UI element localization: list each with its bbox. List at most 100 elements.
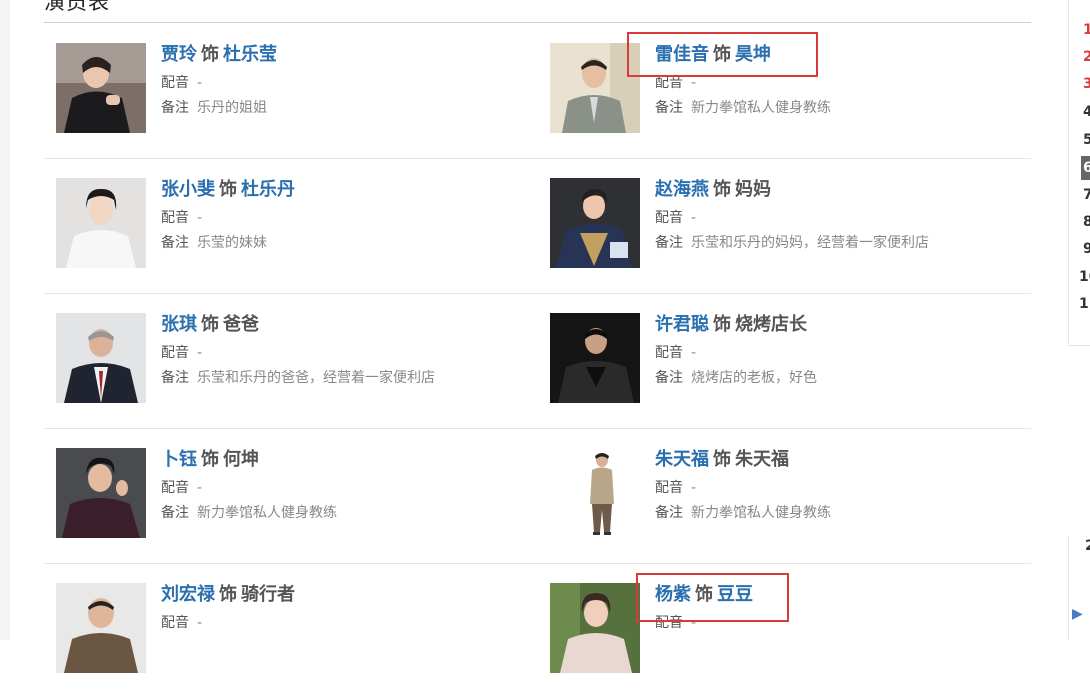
note-label: 备注 bbox=[655, 505, 683, 521]
role-name-link[interactable]: 豆豆 bbox=[717, 584, 753, 605]
cast-info: 张琪饰爸爸 配音 - 备注 乐莹和乐丹的爸爸，经营着一家便利店 bbox=[161, 313, 526, 387]
section-title: 演员表 bbox=[44, 0, 110, 14]
side-widget: 2 ▶ bbox=[1068, 536, 1090, 640]
page-index-item[interactable]: 3 bbox=[1083, 75, 1090, 93]
note-value: 新力拳馆私人健身教练 bbox=[691, 100, 831, 116]
dub-value: - bbox=[691, 615, 697, 631]
page-index-item[interactable]: 4 bbox=[1083, 103, 1090, 121]
page-index-item[interactable]: 10 bbox=[1079, 268, 1090, 286]
actor-photo[interactable] bbox=[550, 178, 640, 268]
actor-photo[interactable] bbox=[550, 448, 640, 538]
actor-name-link[interactable]: 卜钰 bbox=[161, 449, 197, 470]
role-name: 骑行者 bbox=[241, 584, 295, 605]
cast-info: 朱天福饰朱天福 配音 - 备注 新力拳馆私人健身教练 bbox=[655, 448, 1020, 522]
note-label: 备注 bbox=[655, 100, 683, 116]
dub-value: - bbox=[197, 345, 203, 361]
note-value: 乐莹和乐丹的爸爸，经营着一家便利店 bbox=[197, 370, 435, 386]
cast-card: 卜钰饰何坤 配音 - 备注 新力拳馆私人健身教练 bbox=[56, 448, 526, 558]
dub-value: - bbox=[197, 480, 203, 496]
dub-value: - bbox=[197, 210, 203, 226]
page-index-item[interactable]: 2 bbox=[1083, 48, 1090, 66]
row-divider bbox=[44, 563, 1031, 564]
actor-photo[interactable] bbox=[56, 313, 146, 403]
actor-name-link[interactable]: 张琪 bbox=[161, 314, 197, 335]
row-divider bbox=[44, 293, 1031, 294]
actor-name-link[interactable]: 雷佳音 bbox=[655, 44, 709, 65]
page-index-item[interactable]: 11 bbox=[1079, 295, 1090, 313]
cast-card: 雷佳音饰昊坤 配音 - 备注 新力拳馆私人健身教练 bbox=[550, 43, 1020, 153]
cast-info: 杨紫饰豆豆 配音 - bbox=[655, 583, 1020, 632]
dub-label: 配音 bbox=[655, 75, 683, 91]
cast-card: 张小斐饰杜乐丹 配音 - 备注 乐莹的妹妹 bbox=[56, 178, 526, 288]
connector-text: 饰 bbox=[713, 314, 731, 335]
actor-photo[interactable] bbox=[550, 313, 640, 403]
actor-name-link[interactable]: 张小斐 bbox=[161, 179, 215, 200]
dub-label: 配音 bbox=[655, 615, 683, 631]
note-label: 备注 bbox=[655, 370, 683, 386]
page-index-item[interactable]: 1 bbox=[1083, 21, 1090, 39]
note-label: 备注 bbox=[161, 370, 189, 386]
dub-label: 配音 bbox=[161, 210, 189, 226]
cast-card: 许君聪饰烧烤店长 配音 - 备注 烧烤店的老板，好色 bbox=[550, 313, 1020, 423]
note-label: 备注 bbox=[161, 100, 189, 116]
connector-text: 饰 bbox=[201, 314, 219, 335]
cast-card: 朱天福饰朱天福 配音 - 备注 新力拳馆私人健身教练 bbox=[550, 448, 1020, 558]
actor-name-link[interactable]: 朱天福 bbox=[655, 449, 709, 470]
cast-list-section: 演员表 贾玲饰杜乐莹 配音 - 备注 乐丹的姐姐 雷佳音饰昊坤 配音 - 备注 新力拳馆… bbox=[0, 0, 1060, 673]
cast-card: 张琪饰爸爸 配音 - 备注 乐莹和乐丹的爸爸，经营着一家便利店 bbox=[56, 313, 526, 423]
dub-value: - bbox=[691, 210, 697, 226]
dub-label: 配音 bbox=[655, 480, 683, 496]
actor-photo[interactable] bbox=[56, 583, 146, 673]
actor-name-link[interactable]: 贾玲 bbox=[161, 44, 197, 65]
side-widget-text: 2 bbox=[1085, 538, 1090, 554]
actor-name-link[interactable]: 杨紫 bbox=[655, 584, 691, 605]
connector-text: 饰 bbox=[713, 179, 731, 200]
role-name: 爸爸 bbox=[223, 314, 259, 335]
page-index-item[interactable]: 7 bbox=[1083, 186, 1090, 204]
page-index-item-active[interactable]: 6 bbox=[1081, 156, 1090, 180]
actor-name-link[interactable]: 刘宏禄 bbox=[161, 584, 215, 605]
connector-text: 饰 bbox=[219, 179, 237, 200]
dub-label: 配音 bbox=[655, 210, 683, 226]
role-name-link[interactable]: 昊坤 bbox=[735, 44, 771, 65]
note-value: 乐丹的姐姐 bbox=[197, 100, 267, 116]
role-name-link[interactable]: 杜乐莹 bbox=[223, 44, 277, 65]
role-name-link[interactable]: 杜乐丹 bbox=[241, 179, 295, 200]
dub-value: - bbox=[691, 345, 697, 361]
play-arrow-icon[interactable]: ▶ bbox=[1072, 606, 1083, 622]
actor-photo[interactable] bbox=[56, 43, 146, 133]
dub-value: - bbox=[691, 480, 697, 496]
dub-value: - bbox=[691, 75, 697, 91]
dub-value: - bbox=[197, 75, 203, 91]
title-divider bbox=[44, 22, 1031, 23]
cast-card: 赵海燕饰妈妈 配音 - 备注 乐莹和乐丹的妈妈，经营着一家便利店 bbox=[550, 178, 1020, 288]
connector-text: 饰 bbox=[201, 449, 219, 470]
cast-card: 杨紫饰豆豆 配音 - bbox=[550, 583, 1020, 693]
cast-info: 刘宏禄饰骑行者 配音 - bbox=[161, 583, 526, 632]
role-name: 妈妈 bbox=[735, 179, 771, 200]
actor-name-link[interactable]: 赵海燕 bbox=[655, 179, 709, 200]
actor-photo[interactable] bbox=[56, 178, 146, 268]
actor-name-link[interactable]: 许君聪 bbox=[655, 314, 709, 335]
connector-text: 饰 bbox=[695, 584, 713, 605]
row-divider bbox=[44, 158, 1031, 159]
page-index-item[interactable]: 8 bbox=[1083, 213, 1090, 231]
cast-info: 卜钰饰何坤 配音 - 备注 新力拳馆私人健身教练 bbox=[161, 448, 526, 522]
dub-label: 配音 bbox=[161, 480, 189, 496]
dub-label: 配音 bbox=[655, 345, 683, 361]
connector-text: 饰 bbox=[713, 449, 731, 470]
connector-text: 饰 bbox=[219, 584, 237, 605]
page-index-item[interactable]: 9 bbox=[1083, 240, 1090, 258]
dub-value: - bbox=[197, 615, 203, 631]
page-index-item[interactable]: 5 bbox=[1083, 131, 1090, 149]
role-name: 朱天福 bbox=[735, 449, 789, 470]
note-label: 备注 bbox=[655, 235, 683, 251]
dub-label: 配音 bbox=[161, 345, 189, 361]
note-value: 新力拳馆私人健身教练 bbox=[691, 505, 831, 521]
cast-info: 雷佳音饰昊坤 配音 - 备注 新力拳馆私人健身教练 bbox=[655, 43, 1020, 117]
note-value: 乐莹的妹妹 bbox=[197, 235, 267, 251]
actor-photo[interactable] bbox=[550, 43, 640, 133]
actor-photo[interactable] bbox=[56, 448, 146, 538]
actor-photo[interactable] bbox=[550, 583, 640, 673]
row-divider bbox=[44, 428, 1031, 429]
